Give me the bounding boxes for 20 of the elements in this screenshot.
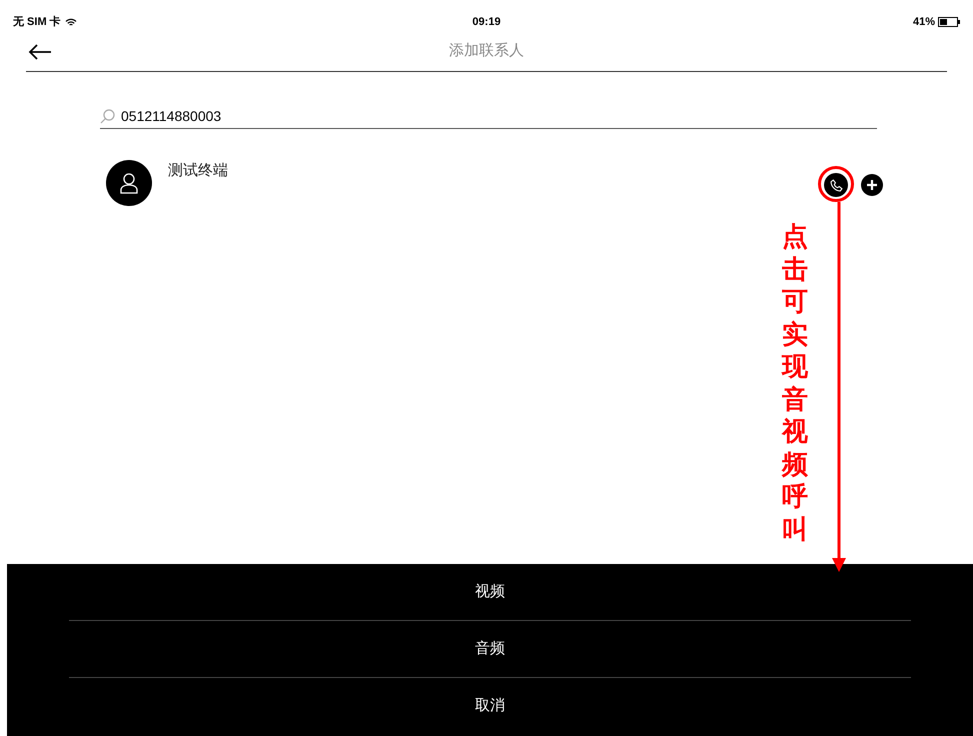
search-icon bbox=[100, 108, 115, 124]
sheet-option[interactable]: 音频 bbox=[69, 621, 911, 677]
time-text: 09:19 bbox=[472, 14, 501, 30]
highlight-ring bbox=[818, 166, 854, 202]
sheet-option[interactable]: 视频 bbox=[69, 564, 911, 620]
search-field[interactable]: 0512114880003 bbox=[121, 106, 877, 126]
annotation-text: 点击可实现音视频呼叫 bbox=[782, 220, 808, 545]
wifi-icon bbox=[64, 18, 77, 26]
sheet-option[interactable]: 取消 bbox=[69, 678, 911, 734]
person-icon bbox=[119, 172, 139, 194]
back-arrow-icon bbox=[28, 44, 52, 60]
phone-icon bbox=[830, 178, 842, 192]
add-button[interactable] bbox=[861, 174, 883, 196]
contact-name: 测试终端 bbox=[168, 161, 228, 181]
battery-text: 41% bbox=[912, 14, 935, 30]
carrier-text: 无 SIM 卡 bbox=[13, 14, 61, 30]
battery-icon bbox=[938, 17, 960, 27]
page-title: 添加联系人 bbox=[449, 41, 524, 62]
plus-icon bbox=[866, 179, 878, 191]
call-button[interactable] bbox=[824, 173, 848, 197]
